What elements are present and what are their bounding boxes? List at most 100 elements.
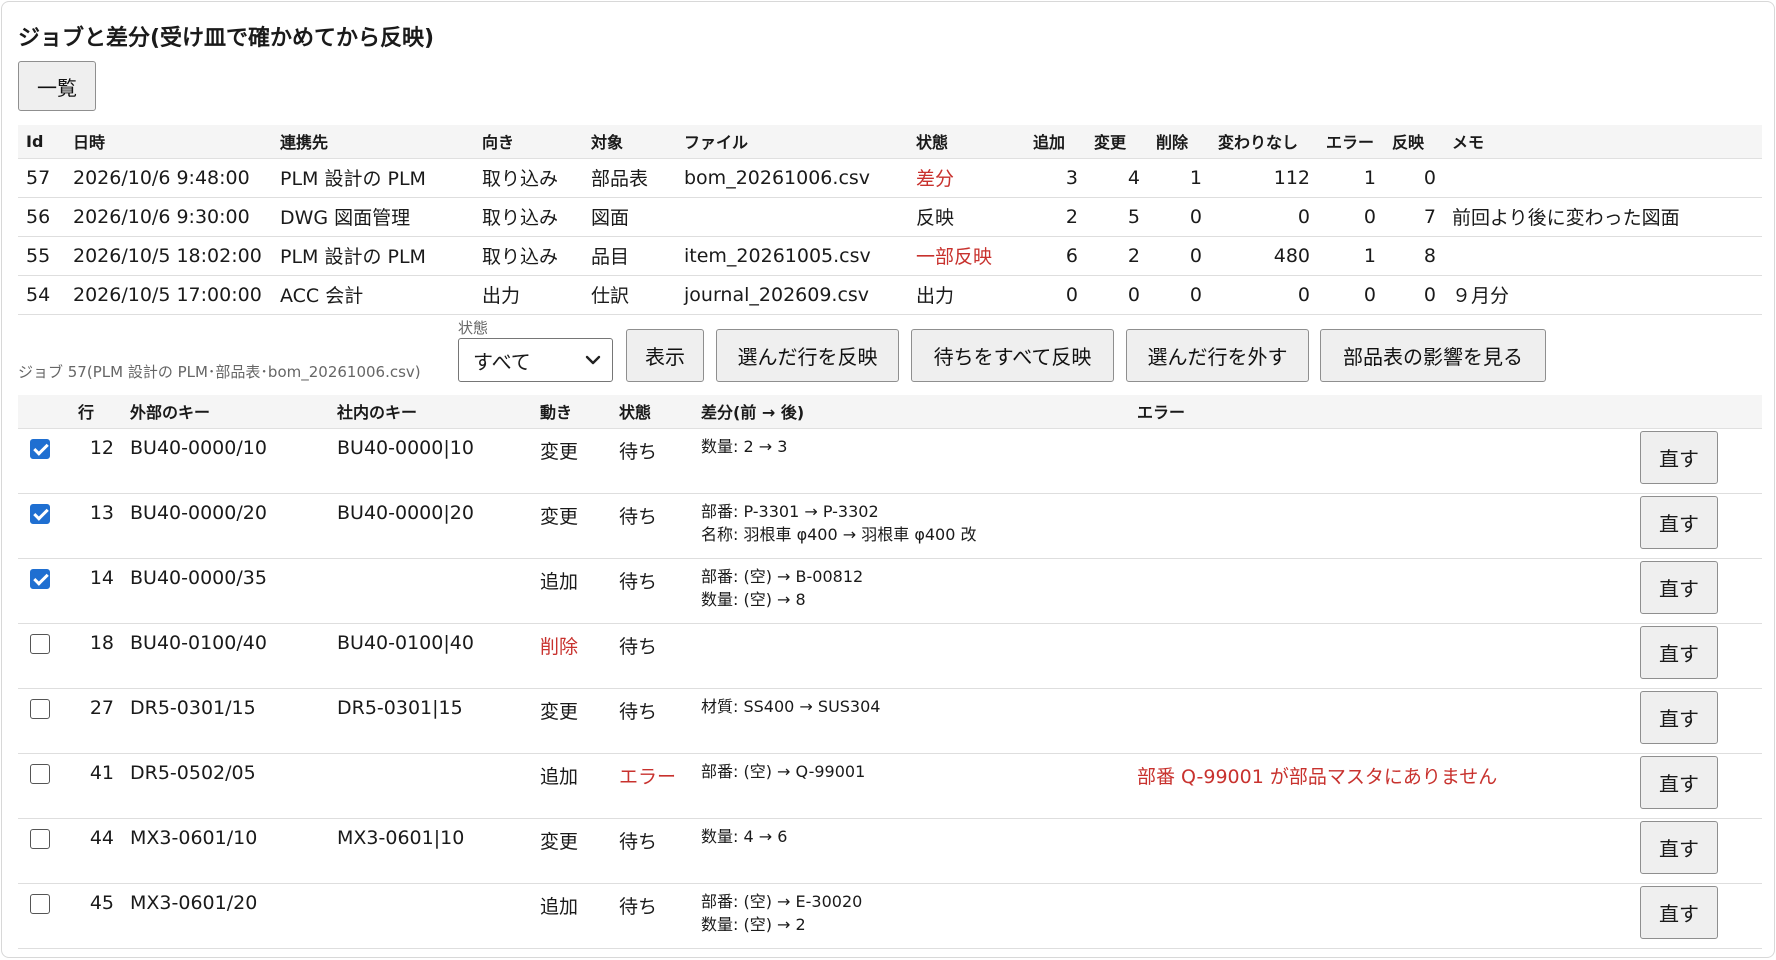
diff-state: 待ち: [611, 818, 693, 884]
diff-ext-key: BU40-0100/40: [122, 623, 329, 689]
bom-impact-button[interactable]: 部品表の影響を見る: [1320, 329, 1546, 382]
row-checkbox[interactable]: [30, 503, 50, 524]
job-direction: 取り込み: [474, 158, 583, 198]
job-status: 出力: [908, 275, 1025, 315]
job-error: 1: [1318, 236, 1384, 276]
diff-int-key: BU40-0000|10: [329, 428, 532, 494]
diff-line-1: 部番: (空) → E-30020: [701, 891, 863, 911]
diff-ext-key: MX3-0601/20: [122, 883, 329, 949]
diff-line: 41: [70, 753, 122, 819]
apply-selected-button[interactable]: 選んだ行を反映: [716, 329, 899, 382]
fix-button[interactable]: 直す: [1640, 820, 1718, 874]
row-checkbox[interactable]: [30, 763, 50, 784]
job-partner: PLM 設計の PLM: [272, 158, 474, 198]
fix-button[interactable]: 直す: [1640, 495, 1718, 549]
col-action: 動き: [532, 395, 611, 429]
diff-detail: [693, 623, 1129, 689]
page-title: ジョブと差分(受け皿で確かめてから反映): [18, 26, 435, 51]
diff-action: 変更: [532, 428, 611, 494]
job-applied: 0: [1384, 275, 1444, 315]
diff-line: 14: [70, 558, 122, 624]
row-checkbox[interactable]: [30, 568, 50, 589]
job-change: 4: [1086, 158, 1148, 198]
job-target: 仕訳: [583, 275, 676, 315]
job-direction: 取り込み: [474, 236, 583, 276]
jobs-table: Id 日時 連携先 向き 対象 ファイル 状態 追加 変更 削除 変わりなし エ…: [18, 125, 1762, 315]
col-ext-key: 外部のキー: [122, 395, 329, 429]
diff-action: 追加: [532, 753, 611, 819]
row-checkbox[interactable]: [30, 633, 50, 654]
diff-int-key: BU40-0000|20: [329, 493, 532, 559]
job-id: 57: [18, 158, 65, 198]
diff-error: [1129, 688, 1624, 754]
job-status: 反映: [908, 197, 1025, 237]
col-select: [18, 395, 70, 429]
status-filter-select[interactable]: すべて: [458, 338, 613, 382]
fix-button[interactable]: 直す: [1640, 625, 1718, 679]
apply-all-waiting-button[interactable]: 待ちをすべて反映: [911, 329, 1114, 382]
row-checkbox[interactable]: [30, 698, 50, 719]
job-file: [676, 197, 908, 237]
diff-line: 18: [70, 623, 122, 689]
diff-line-2: 数量: (空) → 2: [701, 914, 806, 934]
fix-button[interactable]: 直す: [1640, 560, 1718, 614]
job-row[interactable]: 55 2026/10/5 18:02:00 PLM 設計の PLM 取り込み 品目 ite…: [18, 236, 1762, 276]
job-row[interactable]: 56 2026/10/6 9:30:00 DWG 図面管理 取り込み 図面 反映 2 5 0 0 0…: [18, 197, 1762, 237]
diff-line-1: 部番: (空) → B-00812: [701, 566, 864, 586]
select-cell: [18, 493, 70, 559]
row-checkbox[interactable]: [30, 893, 50, 914]
diff-state: エラー: [611, 753, 693, 819]
diff-detail: 数量: 2 → 3: [693, 428, 1129, 494]
diff-error: [1129, 558, 1624, 624]
diff-detail: 部番: (空) → Q-99001: [693, 753, 1129, 819]
select-cell: [18, 428, 70, 494]
job-change: 2: [1086, 236, 1148, 276]
job-unchanged: 112: [1210, 158, 1318, 198]
col-target: 対象: [583, 125, 676, 159]
job-target: 図面: [583, 197, 676, 237]
fix-cell: 直す: [1624, 883, 1762, 949]
main-panel: ジョブと差分(受け皿で確かめてから反映) 一覧 Id 日時 連携先 向き 対象 …: [1, 1, 1775, 958]
diff-detail: 部番: (空) → B-00812 数量: (空) → 8: [693, 558, 1129, 624]
job-row[interactable]: 57 2026/10/6 9:48:00 PLM 設計の PLM 取り込み 部品表 bom…: [18, 158, 1762, 198]
fix-button[interactable]: 直す: [1640, 885, 1718, 939]
col-file: ファイル: [676, 125, 908, 159]
job-applied: 0: [1384, 158, 1444, 198]
fix-button[interactable]: 直す: [1640, 690, 1718, 744]
job-add: 0: [1025, 275, 1086, 315]
diff-line: 12: [70, 428, 122, 494]
job-error: 0: [1318, 197, 1384, 237]
job-change: 5: [1086, 197, 1148, 237]
row-checkbox[interactable]: [30, 828, 50, 849]
fix-button[interactable]: 直す: [1640, 430, 1718, 484]
job-file: item_20261005.csv: [676, 236, 908, 276]
job-target: 品目: [583, 236, 676, 276]
col-error: エラー: [1318, 125, 1384, 159]
job-add: 6: [1025, 236, 1086, 276]
job-memo: 前回より後に変わった図面: [1444, 197, 1762, 237]
job-unchanged: 480: [1210, 236, 1318, 276]
diff-action: 追加: [532, 558, 611, 624]
job-row[interactable]: 54 2026/10/5 17:00:00 ACC 会計 出力 仕訳 journal_20…: [18, 275, 1762, 315]
diff-state: 待ち: [611, 558, 693, 624]
diff-error: [1129, 883, 1624, 949]
diff-action: 変更: [532, 493, 611, 559]
job-datetime: 2026/10/6 9:30:00: [65, 197, 272, 237]
diff-detail: 数量: 4 → 6: [693, 818, 1129, 884]
job-target: 部品表: [583, 158, 676, 198]
diff-action: 変更: [532, 818, 611, 884]
job-status: 差分: [908, 158, 1025, 198]
col-error-msg: エラー: [1129, 395, 1624, 429]
list-button[interactable]: 一覧: [18, 61, 96, 111]
fix-button[interactable]: 直す: [1640, 755, 1718, 809]
diff-int-key: DR5-0301|15: [329, 688, 532, 754]
col-change: 変更: [1086, 125, 1148, 159]
job-error: 0: [1318, 275, 1384, 315]
diff-ext-key: DR5-0301/15: [122, 688, 329, 754]
diff-error: 部番 Q-99001 が部品マスタにありません: [1129, 753, 1624, 819]
col-direction: 向き: [474, 125, 583, 159]
row-checkbox[interactable]: [30, 438, 50, 459]
show-button[interactable]: 表示: [626, 329, 704, 382]
remove-selected-button[interactable]: 選んだ行を外す: [1126, 329, 1309, 382]
diff-error: [1129, 493, 1624, 559]
